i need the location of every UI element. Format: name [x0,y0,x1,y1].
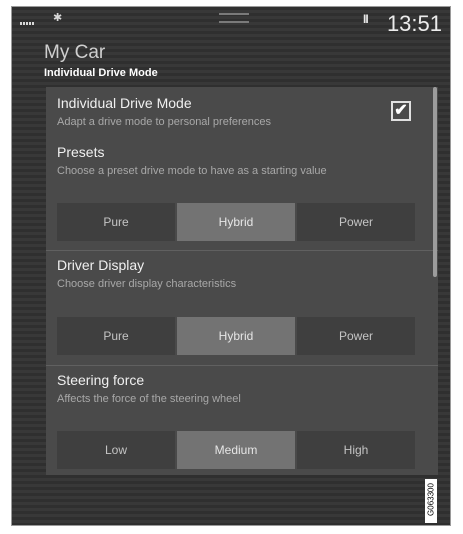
presets-selector: Pure Hybrid Power [57,203,415,241]
pull-down-handle[interactable] [219,13,249,23]
driver-display-selector: Pure Hybrid Power [57,317,415,355]
driver-display-label: Driver Display [57,257,145,273]
clock: 13:51 [386,11,442,36]
presets-description: Choose a preset drive mode to have as a … [57,165,327,177]
drive-mode-description: Adapt a drive mode to personal preferenc… [57,116,272,128]
driver-display-description: Choose driver display characteristics [57,278,237,290]
presets-label: Presets [57,144,105,160]
steering-label: Steering force [57,372,145,388]
divider [46,365,438,366]
status-bar: ✱ II 13:51 [12,7,450,37]
steering-description: Affects the force of the steering wheel [57,393,241,405]
scrollbar[interactable] [433,87,437,277]
presets-option-pure[interactable]: Pure [57,203,175,241]
steering-option-medium[interactable]: Medium [177,431,295,469]
page-subtitle: Individual Drive Mode [44,67,158,79]
presets-option-power[interactable]: Power [297,203,415,241]
settings-panel: Individual Drive Mode Adapt a drive mode… [46,87,438,475]
image-code-label: G063300 [425,479,437,523]
image-code: G063300 [426,483,436,516]
page-title: My Car [44,42,106,63]
driver-display-option-power[interactable]: Power [297,317,415,355]
presets-option-hybrid[interactable]: Hybrid [177,203,295,241]
bluetooth-icon: ✱ [53,12,63,24]
signal-icon [20,22,34,25]
steering-option-high[interactable]: High [297,431,415,469]
driver-display-option-pure[interactable]: Pure [57,317,175,355]
pause-icon: II [363,12,369,26]
drive-mode-label: Individual Drive Mode [57,95,192,111]
steering-selector: Low Medium High [57,431,415,469]
divider [46,250,438,251]
driver-display-option-hybrid[interactable]: Hybrid [177,317,295,355]
screen-frame: ✱ II 13:51 My Car Individual Drive Mode … [11,6,451,526]
steering-option-low[interactable]: Low [57,431,175,469]
drive-mode-checkbox[interactable]: ✔ [391,101,411,121]
